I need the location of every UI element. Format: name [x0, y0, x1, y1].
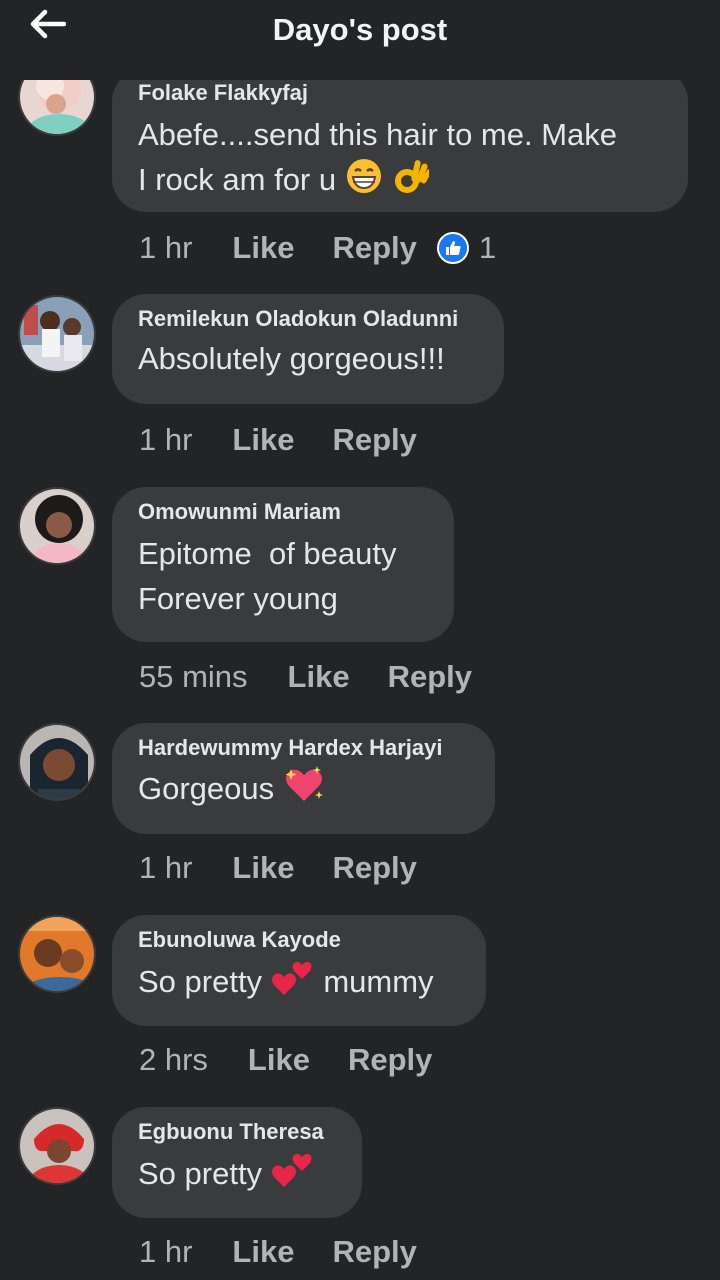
avatar[interactable]	[18, 1107, 96, 1185]
comment-actions: 1 hr Like Reply 1	[139, 228, 496, 268]
comment-author[interactable]: Hardewummy Hardex Harjayi	[138, 735, 469, 761]
comment-actions: 1 hr Like Reply	[139, 1232, 455, 1272]
comment-text-line2: Forever young	[138, 581, 338, 616]
comment-time[interactable]: 55 mins	[139, 659, 248, 695]
comment-text: So pretty	[138, 964, 263, 1000]
comment-text: Abefe....send this hair to me. Make	[138, 117, 618, 152]
comment-text: Gorgeous	[138, 771, 275, 807]
like-button[interactable]: Like	[232, 850, 294, 886]
like-button[interactable]: Like	[288, 659, 350, 695]
avatar[interactable]	[18, 295, 96, 373]
comment-author[interactable]: Ebunoluwa Kayode	[138, 927, 460, 953]
comment-time[interactable]: 2 hrs	[139, 1042, 208, 1078]
page-title: Dayo's post	[272, 12, 448, 47]
like-button[interactable]: Like	[232, 1234, 294, 1270]
avatar[interactable]	[18, 915, 96, 993]
reply-button[interactable]: Reply	[348, 1042, 432, 1078]
comment-bubble[interactable]: Omowunmi Mariam Epitome of beauty Foreve…	[112, 487, 454, 642]
comment-bubble[interactable]: Remilekun Oladokun Oladunni Absolutely g…	[112, 294, 504, 404]
comment-bubble[interactable]: Hardewummy Hardex Harjayi Gorgeous	[112, 723, 495, 834]
two-hearts-emoji	[271, 1149, 315, 1203]
comment-text: Epitome of beauty	[138, 536, 397, 571]
avatar[interactable]	[18, 723, 96, 801]
reaction-count: 1	[478, 230, 497, 265]
comment-text-line2: I rock am for u	[138, 157, 662, 207]
like-button[interactable]: Like	[232, 422, 294, 458]
comment-bubble[interactable]: Folake Flakkyfaj Abefe....send this hair…	[112, 68, 688, 212]
comment-author[interactable]: Egbuonu Theresa	[138, 1119, 336, 1145]
like-reaction-icon	[436, 232, 469, 264]
like-button[interactable]: Like	[232, 230, 294, 266]
reply-button[interactable]: Reply	[332, 422, 416, 458]
comment-actions: 2 hrs Like Reply	[139, 1040, 470, 1080]
comment-list: Folake Flakkyfaj Abefe....send this hair…	[0, 0, 720, 1280]
reply-button[interactable]: Reply	[332, 1234, 416, 1270]
two-hearts-emoji	[271, 957, 315, 1011]
like-button[interactable]: Like	[248, 1042, 310, 1078]
comment-text-line: Gorgeous	[138, 765, 469, 817]
comment-author[interactable]: Remilekun Oladokun Oladunni	[138, 306, 478, 332]
comment-actions: 55 mins Like Reply	[139, 657, 510, 697]
comment-bubble[interactable]: Egbuonu Theresa So pretty	[112, 1107, 362, 1218]
comment-author[interactable]: Folake Flakkyfaj	[138, 80, 662, 106]
reply-button[interactable]: Reply	[332, 230, 416, 266]
comment-bubble[interactable]: Ebunoluwa Kayode So pretty mummy	[112, 915, 486, 1026]
comment-time[interactable]: 1 hr	[139, 850, 192, 886]
comment-actions: 1 hr Like Reply	[139, 420, 455, 460]
comment-time[interactable]: 1 hr	[139, 1234, 192, 1270]
comment-author[interactable]: Omowunmi Mariam	[138, 499, 428, 525]
ok-hand-emoji	[391, 157, 433, 207]
sparkling-heart-emoji	[283, 765, 325, 817]
reaction-summary[interactable]: 1	[436, 230, 497, 266]
comment-text-line: So pretty mummy	[138, 957, 460, 1011]
comment-text: Absolutely gorgeous!!!	[138, 341, 445, 376]
comment-text-line: So pretty	[138, 1149, 336, 1203]
comment-actions: 1 hr Like Reply	[139, 848, 455, 888]
reply-button[interactable]: Reply	[388, 659, 472, 695]
avatar[interactable]	[18, 487, 96, 565]
top-bar: Dayo's post	[0, 0, 720, 80]
reply-button[interactable]: Reply	[332, 850, 416, 886]
comment-text-end: mummy	[323, 964, 434, 1000]
comment-time[interactable]: 1 hr	[139, 230, 192, 266]
grinning-face-emoji	[345, 157, 383, 207]
comment-time[interactable]: 1 hr	[139, 422, 192, 458]
comment-text: So pretty	[138, 1156, 263, 1192]
